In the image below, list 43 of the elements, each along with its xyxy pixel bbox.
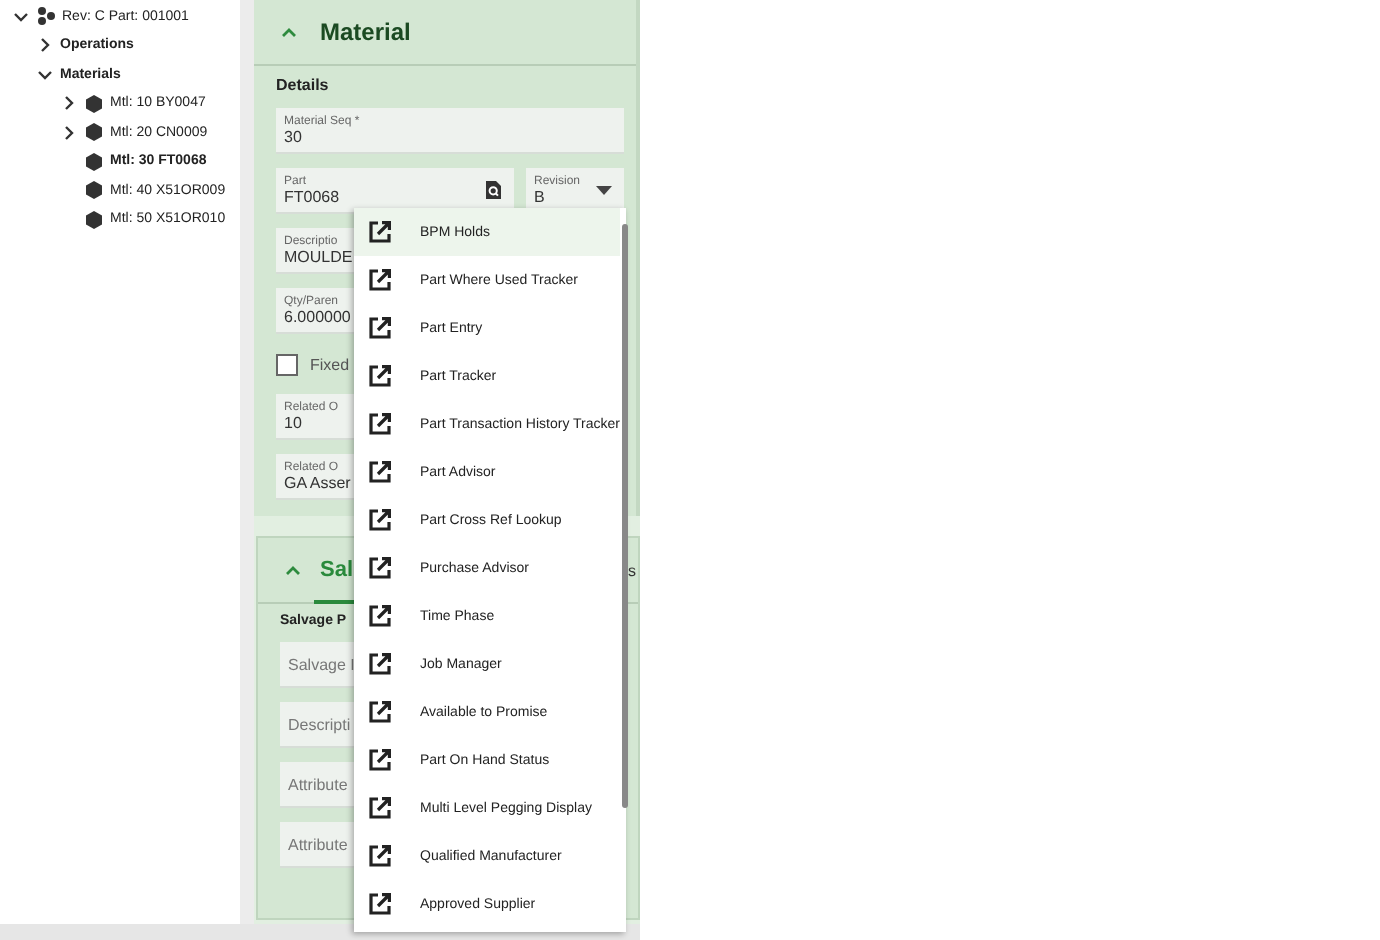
checkbox[interactable]: [276, 353, 298, 375]
subsection-title: Details: [276, 76, 329, 94]
hexagon-icon: [84, 180, 104, 201]
tab[interactable]: s: [628, 537, 638, 603]
external-link-icon: [368, 796, 392, 820]
external-link-icon: [368, 220, 392, 244]
external-link-icon: [368, 460, 392, 484]
external-link-icon: [368, 700, 392, 724]
document-search-icon[interactable]: [484, 180, 502, 200]
field-value: 30: [284, 127, 302, 145]
external-link-icon: [368, 412, 392, 436]
external-link-icon: [368, 604, 392, 628]
field-value: 6.000000: [284, 307, 351, 325]
field-value: MOULDE: [284, 247, 353, 265]
external-link-icon: [368, 844, 392, 868]
hexagon-icon: [84, 93, 104, 114]
scrollbar-thumb[interactable]: [621, 224, 628, 808]
external-link-icon: [368, 892, 392, 916]
external-link-icon: [368, 268, 392, 292]
dots-cluster-icon: [36, 6, 56, 27]
chevron-down-icon[interactable]: [36, 65, 54, 84]
field-value: 10: [284, 413, 302, 431]
external-link-icon: [368, 508, 392, 532]
field-value: GA Asser: [284, 473, 351, 491]
field-value: FT0068: [284, 187, 340, 205]
collapse-icon[interactable]: [284, 561, 302, 579]
chevron-right-icon[interactable]: [36, 36, 54, 55]
external-link-icon: [368, 652, 392, 676]
external-link-icon: [368, 556, 392, 580]
external-link-icon: [368, 316, 392, 340]
chevron-down-icon[interactable]: [12, 7, 30, 26]
hexagon-icon: [84, 122, 104, 143]
collapse-icon[interactable]: [280, 23, 298, 41]
hexagon-icon: [84, 151, 104, 172]
external-link-icon: [368, 364, 392, 388]
field-value: B: [534, 187, 545, 205]
hexagon-icon: [84, 209, 104, 230]
checkbox-label: Fixed: [310, 355, 350, 373]
chevron-right-icon[interactable]: [60, 123, 78, 142]
external-link-icon: [368, 748, 392, 772]
section-title: Material: [320, 18, 411, 46]
caret-icon[interactable]: [596, 185, 612, 195]
chevron-right-icon[interactable]: [60, 94, 78, 113]
